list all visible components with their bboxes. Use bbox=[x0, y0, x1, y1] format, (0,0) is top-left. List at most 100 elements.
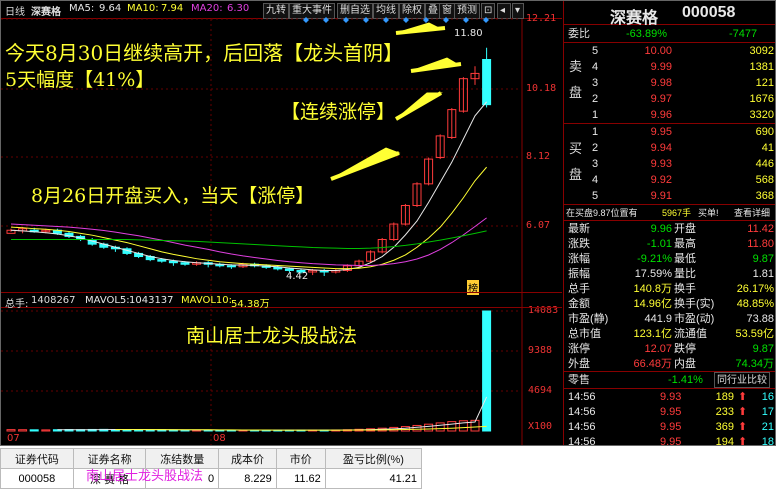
tick-volume: 194 bbox=[715, 436, 734, 446]
order-level: 1 bbox=[592, 109, 599, 121]
order-volume: 1676 bbox=[749, 93, 774, 105]
order-price[interactable]: 9.93 bbox=[622, 156, 672, 172]
tick-count: 21 bbox=[761, 421, 774, 433]
order-price[interactable]: 9.96 bbox=[622, 107, 672, 123]
order-level: 5 bbox=[592, 45, 599, 57]
col-price[interactable]: 市价 bbox=[275, 448, 326, 469]
stat-value: 9.87 bbox=[752, 343, 774, 355]
holdings-table: 证券代码 证券名称 冻结数量 成本价 市价 盈亏比例(%) 000058 深 赛… bbox=[0, 448, 423, 494]
stat-value: 1.81 bbox=[752, 268, 774, 280]
candle bbox=[482, 58, 492, 106]
stat-label: 涨幅 bbox=[568, 253, 590, 265]
stat-label: 最新 bbox=[568, 223, 590, 235]
order-volume: 568 bbox=[755, 174, 774, 186]
col-code[interactable]: 证券代码 bbox=[0, 448, 74, 469]
stat-value: 123.1亿 bbox=[633, 328, 672, 340]
event-marker-icon bbox=[423, 17, 429, 23]
industry-compare-button[interactable]: 同行业比较 bbox=[714, 372, 770, 388]
watermark-text: 南山居士龙头股战法 bbox=[86, 468, 204, 483]
volume-bar bbox=[41, 429, 51, 432]
order-price[interactable]: 9.97 bbox=[622, 91, 672, 107]
buy-side-label-2: 盘 bbox=[569, 167, 583, 182]
order-price[interactable]: 9.95 bbox=[622, 124, 672, 140]
tick-volume: 189 bbox=[715, 391, 734, 403]
tick-price: 9.95 bbox=[660, 436, 682, 446]
annotation-line1: 今天8月30日继续高开，后回落【龙头首阴】 bbox=[5, 41, 404, 65]
stat-value: 9.96 bbox=[650, 223, 672, 235]
cell-cost: 8.229 bbox=[218, 468, 277, 489]
stat-value: 12.07 bbox=[644, 343, 672, 355]
stat-label: 市盈(静) bbox=[568, 313, 609, 325]
tick-price: 9.95 bbox=[660, 421, 682, 433]
stat-label: 总市值 bbox=[568, 328, 601, 340]
table-row[interactable]: 000058 深 赛 格 0 8.229 11.62 41.21 bbox=[0, 468, 423, 489]
stat-value: 140.8万 bbox=[633, 283, 672, 295]
stat-label: 流通值 bbox=[674, 328, 707, 340]
annotation-line5: 南山居士龙头股战法 bbox=[186, 325, 358, 347]
stat-label: 最低 bbox=[674, 253, 696, 265]
mavol5-value: 1043137 bbox=[129, 295, 174, 306]
col-pnl[interactable]: 盈亏比例(%) bbox=[324, 448, 423, 469]
order-volume: 690 bbox=[755, 126, 774, 138]
quote-header: 深赛格 000058 bbox=[564, 1, 775, 27]
stat-value: 48.85% bbox=[736, 298, 774, 310]
weibi-value: -63.89% bbox=[626, 28, 667, 40]
high-price-label: 11.80 bbox=[454, 28, 483, 39]
candle bbox=[157, 259, 167, 262]
stat-value: 11.80 bbox=[747, 238, 774, 250]
kline-chart-pane[interactable]: 日线 深赛格 MA5: 9.64 MA10: 7.94 MA20: 6.30 九… bbox=[1, 1, 562, 445]
axis-vol-3: 4694 bbox=[528, 385, 553, 396]
tick-price: 9.93 bbox=[660, 391, 682, 403]
stat-value: 73.88 bbox=[746, 313, 774, 325]
stat-label: 量比 bbox=[674, 268, 696, 280]
date-label-08: 08 bbox=[213, 433, 226, 444]
order-price[interactable]: 9.99 bbox=[622, 59, 672, 75]
cell-price: 11.62 bbox=[275, 468, 326, 489]
mavol10-label: MAVOL10: bbox=[181, 295, 233, 306]
order-volume: 3320 bbox=[749, 109, 774, 121]
stat-label: 最高 bbox=[674, 238, 696, 250]
volume-bar bbox=[482, 310, 492, 432]
stat-label: 振幅 bbox=[568, 268, 590, 280]
event-marker-icon bbox=[463, 17, 469, 23]
volume-header: 总手: 1408267 MAVOL5: 1043137 MAVOL10: 54.… bbox=[1, 292, 562, 310]
table-header-row: 证券代码 证券名称 冻结数量 成本价 市价 盈亏比例(%) bbox=[0, 448, 423, 469]
stat-value: -9.21% bbox=[637, 253, 672, 265]
order-price[interactable]: 10.00 bbox=[622, 43, 672, 59]
stat-value: 17.59% bbox=[634, 268, 672, 280]
up-arrow-icon: ⬆ bbox=[738, 436, 748, 446]
weicha-value: -7477 bbox=[729, 28, 758, 40]
total-volume-label: 总手: bbox=[5, 299, 29, 310]
order-price[interactable]: 9.92 bbox=[622, 172, 672, 188]
stat-label: 涨停 bbox=[568, 343, 590, 355]
order-price[interactable]: 9.98 bbox=[622, 75, 672, 91]
volume-bar bbox=[6, 429, 16, 432]
tick-time: 14:56 bbox=[568, 436, 596, 446]
stat-label: 内盘 bbox=[674, 358, 696, 370]
volume-bar bbox=[412, 424, 422, 432]
stat-value: 66.48万 bbox=[633, 358, 672, 370]
event-marker-icon bbox=[323, 17, 329, 23]
up-arrow-icon: ⬆ bbox=[738, 421, 748, 433]
stat-label: 外盘 bbox=[568, 358, 590, 370]
trading-window: 日线 深赛格 MA5: 9.64 MA10: 7.94 MA20: 6.30 九… bbox=[0, 0, 776, 446]
sector-label: 零售 bbox=[568, 374, 590, 386]
up-arrow-icon: ⬆ bbox=[738, 391, 748, 403]
stat-value: 53.59亿 bbox=[735, 328, 774, 340]
candle bbox=[273, 266, 283, 270]
view-detail-link[interactable]: 查看详细 bbox=[734, 205, 770, 221]
order-price[interactable]: 9.94 bbox=[622, 140, 672, 156]
axis-price-1: 12.21 bbox=[526, 13, 557, 24]
ma20-line bbox=[10, 217, 487, 266]
mavol10-value: 54.38万 bbox=[231, 299, 270, 310]
stat-label: 换手(实) bbox=[674, 298, 715, 310]
quote-stock-name: 深赛格 bbox=[610, 10, 659, 27]
stat-value: 14.96亿 bbox=[633, 298, 672, 310]
volume-bar bbox=[18, 429, 28, 432]
stat-label: 换手 bbox=[674, 283, 696, 295]
vol_ma5-line bbox=[57, 396, 488, 431]
event-marker-icon bbox=[383, 17, 389, 23]
col-cost[interactable]: 成本价 bbox=[218, 448, 277, 469]
order-price[interactable]: 9.91 bbox=[622, 188, 672, 204]
candle bbox=[226, 265, 236, 268]
